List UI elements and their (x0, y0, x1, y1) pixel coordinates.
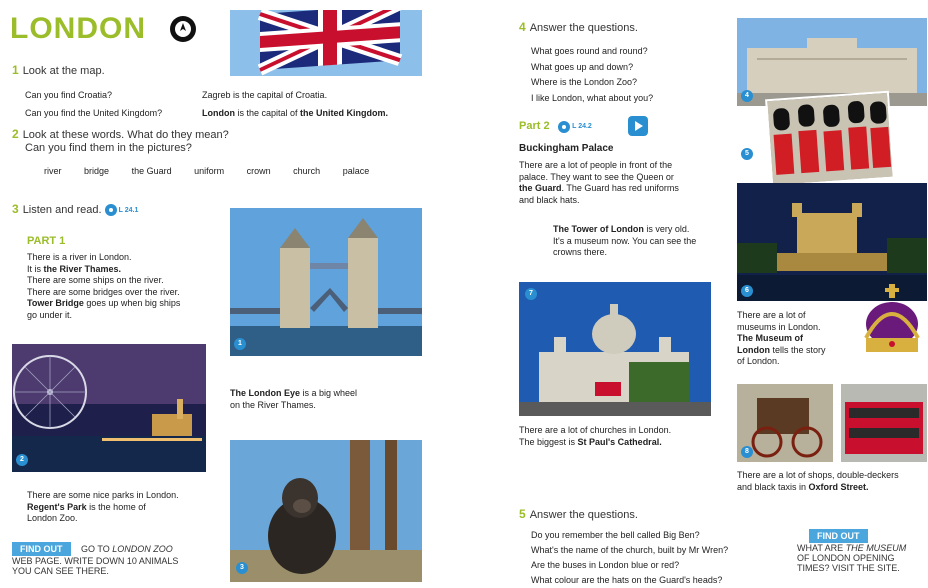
exercise-4-questions: What goes round and round? What goes up … (531, 46, 654, 103)
picture-number-7: 7 (525, 288, 537, 300)
exercise-5-questions: Do you remember the bell called Big Ben?… (531, 530, 729, 585)
picture-number-3: 3 (236, 562, 248, 574)
buckingham-title: Buckingham Palace (519, 143, 614, 154)
audio-cd-icon[interactable] (104, 204, 117, 217)
union-jack-photo (230, 10, 422, 76)
word-uniform: uniform (194, 166, 225, 176)
word-church: church (293, 166, 321, 176)
part-2-heading: Part 2 L 24.2 (519, 120, 592, 133)
london-eye-text: The London Eye is a big wheel on the Riv… (230, 388, 358, 410)
tower-bridge-photo: 1 (230, 208, 422, 356)
answer-croatia: Zagreb is the capital of Croatia. (202, 90, 328, 100)
word-river: river (44, 166, 62, 176)
picture-number-6: 6 (741, 285, 753, 297)
find-out-badge: FIND OUT (12, 542, 71, 556)
church-text: There are a lot of churches in London. T… (519, 425, 672, 447)
question-uk: Can you find the United Kingdom? (25, 108, 163, 118)
vocabulary-list: river bridge the Guard uniform crown chu… (44, 166, 389, 176)
buckingham-text: There are a lot of people in front of th… (519, 160, 679, 205)
word-bridge: bridge (84, 166, 110, 176)
find-out-zoo: FIND OUT GO TO LONDON ZOO WEB PAGE. WRIT… (12, 542, 179, 576)
picture-number-4: 4 (741, 90, 753, 102)
carriage-photo: 8 (737, 384, 833, 462)
tower-text: The Tower of London is very old. It's a … (553, 224, 697, 257)
buckingham-palace-photo: 4 (737, 18, 927, 106)
exercise-2-heading: 2 Look at these words. What do they mean?… (12, 127, 229, 155)
st-pauls-photo: 7 (519, 282, 711, 416)
london-eye-photo: 2 (12, 344, 206, 472)
picture-number-8: 8 (741, 446, 753, 458)
question-croatia: Can you find Croatia? (25, 90, 113, 100)
guards-photo (765, 90, 895, 188)
parks-text: There are some nice parks in London. Reg… (27, 490, 179, 523)
crown-image (858, 280, 926, 364)
word-the-guard: the Guard (131, 166, 172, 176)
gorilla-photo: 3 (230, 440, 422, 582)
museums-text: There are a lot of museums in London. Th… (737, 310, 826, 366)
exercise-5-heading: 5 Answer the questions. (519, 507, 638, 521)
double-decker-photo (841, 384, 927, 462)
find-out-badge-2: FIND OUT (809, 529, 868, 543)
shops-text: There are a lot of shops, double-deckers… (737, 470, 899, 492)
play-video-button[interactable] (628, 116, 648, 136)
picture-number-1: 1 (234, 338, 246, 350)
compass-icon (170, 16, 196, 42)
word-palace: palace (342, 166, 370, 176)
picture-number-5: 5 (741, 148, 753, 160)
part-1-text: There is a river in London. It is the Ri… (27, 252, 181, 320)
part-1-label: PART 1 (27, 235, 66, 247)
find-out-museum: FIND OUT WHAT ARE THE MUSEUM OF LONDON O… (797, 529, 907, 573)
answer-uk: London is the capital of the United King… (202, 108, 389, 118)
exercise-4-heading: 4 Answer the questions. (519, 20, 638, 34)
exercise-3-heading: 3 Listen and read. L 24.1 (12, 202, 139, 217)
exercise-1-heading: 1 Look at the map. (12, 63, 105, 77)
page-title: LONDON (10, 12, 146, 45)
word-crown: crown (246, 166, 271, 176)
picture-number-2: 2 (16, 454, 28, 466)
audio-cd-icon-2[interactable] (558, 120, 571, 133)
